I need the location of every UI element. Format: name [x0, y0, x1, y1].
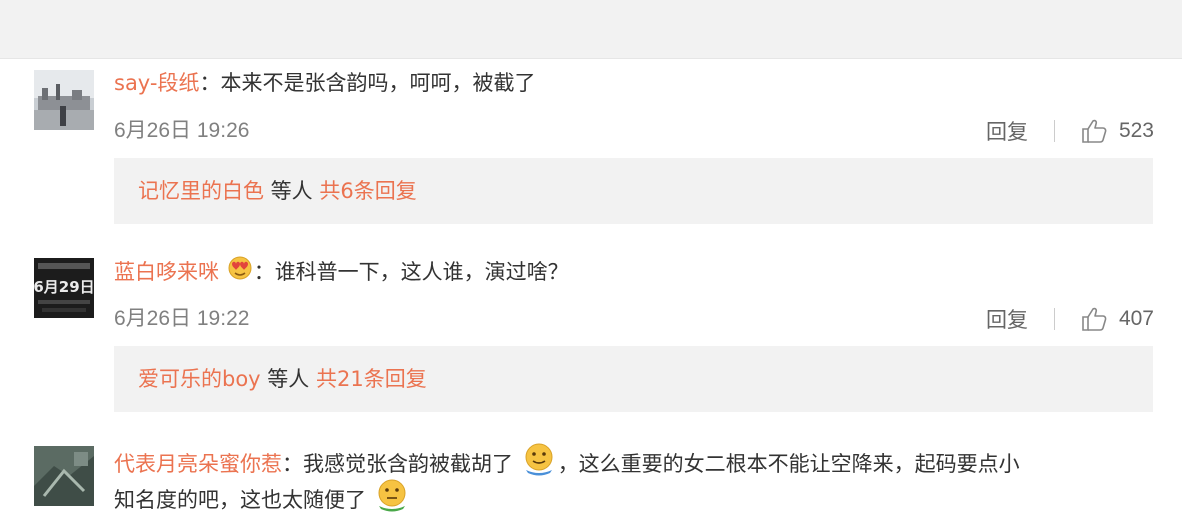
- timestamp: 6月26日 19:26: [114, 119, 250, 142]
- separator: ：: [282, 452, 303, 476]
- action-divider: [1053, 308, 1055, 330]
- reply-preview-middle: 等人: [260, 367, 316, 391]
- avatar-overlay-text: 6月29日: [34, 278, 94, 296]
- smile-emoji-icon: [373, 478, 411, 514]
- reply-count-link[interactable]: 共6条回复: [319, 179, 416, 203]
- thumbs-up-icon: [1082, 307, 1107, 331]
- reply-button[interactable]: 回复: [986, 304, 1028, 334]
- username[interactable]: say-段纸: [114, 71, 199, 95]
- avatar[interactable]: [34, 70, 94, 130]
- reply-preview-user[interactable]: 记忆里的白色: [138, 179, 264, 203]
- comment-text-part2: ，这么重要的女二根本不能让空降来，起码要点小: [557, 452, 1020, 476]
- username[interactable]: 代表月亮朵蜜你惹: [114, 452, 282, 476]
- comment-line: say-段纸：本来不是张含韵吗，呵呵，被截了: [114, 68, 1152, 98]
- separator: ：: [253, 260, 275, 284]
- replies-preview[interactable]: 爱可乐的boy 等人 共21条回复: [114, 346, 1153, 412]
- like-count: 523: [1118, 119, 1154, 142]
- comment-line-2: 知名度的吧，这也太随便了: [114, 478, 1152, 514]
- reply-preview-middle: 等人: [264, 179, 320, 203]
- comment-text: 本来不是张含韵吗，呵呵，被截了: [220, 71, 536, 95]
- top-band: [0, 0, 1182, 58]
- replies-preview[interactable]: 记忆里的白色 等人 共6条回复: [114, 158, 1153, 224]
- separator: ：: [199, 71, 221, 95]
- comment-actions: 回复 523: [986, 118, 1154, 144]
- action-divider: [1053, 120, 1055, 142]
- comment-actions: 回复 407: [986, 306, 1154, 332]
- like-button[interactable]: 523: [1081, 119, 1154, 143]
- reply-count-link[interactable]: 共21条回复: [316, 367, 427, 391]
- heart-eyes-emoji-icon: [226, 254, 254, 288]
- avatar[interactable]: [34, 446, 94, 506]
- avatar[interactable]: 6月29日: [34, 258, 94, 318]
- username[interactable]: 蓝白哆来咪: [114, 260, 219, 284]
- comment-text: 谁科普一下，这人谁，演过啥？: [274, 260, 569, 284]
- comment-text-part1: 我感觉张含韵被截胡了: [303, 452, 513, 476]
- smile-emoji-icon: [520, 442, 558, 484]
- like-count: 407: [1118, 307, 1154, 330]
- reply-preview-user[interactable]: 爱可乐的boy: [138, 367, 261, 391]
- top-divider: [0, 58, 1182, 59]
- comment-text-line2: 知名度的吧，这也太随便了: [114, 488, 366, 512]
- timestamp: 6月26日 19:22: [114, 307, 250, 330]
- reply-button[interactable]: 回复: [986, 116, 1028, 146]
- thumbs-up-icon: [1082, 119, 1107, 143]
- comments-page: say-段纸：本来不是张含韵吗，呵呵，被截了 6月26日 19:26 回复 52…: [0, 0, 1182, 514]
- comment-line: 蓝白哆来咪 ：谁科普一下，这人谁，演过啥？: [114, 256, 1152, 290]
- like-button[interactable]: 407: [1081, 307, 1154, 331]
